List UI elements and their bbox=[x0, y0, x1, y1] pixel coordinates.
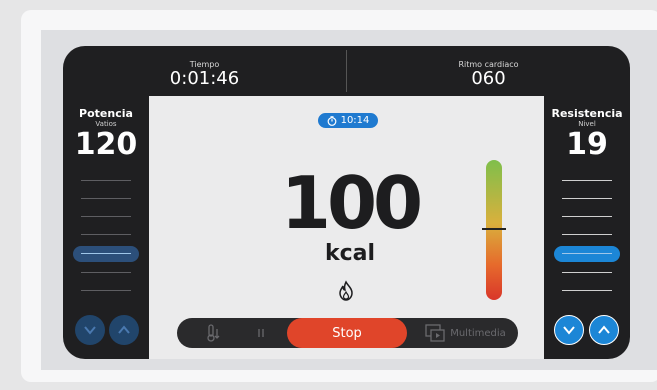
flame-icon bbox=[339, 280, 353, 301]
session-timer-badge: 10:14 bbox=[318, 113, 378, 128]
heart-rate-stat: Ritmo cardiaco 060 bbox=[347, 46, 630, 96]
intensity-gauge bbox=[486, 160, 502, 300]
resistance-tick bbox=[562, 198, 612, 199]
chevron-down-icon bbox=[563, 326, 575, 335]
heart-rate-value: 060 bbox=[471, 68, 506, 89]
resistance-value: 19 bbox=[566, 127, 608, 162]
power-tick bbox=[81, 198, 131, 199]
pause-button[interactable] bbox=[249, 318, 273, 348]
resistance-tick bbox=[562, 272, 612, 273]
power-tick bbox=[81, 216, 131, 217]
power-value: 120 bbox=[74, 127, 138, 162]
bottom-control-bar: Stop Multimedia bbox=[177, 318, 518, 348]
calories-value: 100 bbox=[280, 161, 423, 245]
power-tick bbox=[81, 234, 131, 235]
power-tick bbox=[81, 180, 131, 181]
temperature-icon bbox=[207, 324, 220, 342]
pause-icon bbox=[258, 329, 264, 337]
resistance-slider-handle[interactable] bbox=[554, 246, 620, 262]
chevron-down-icon bbox=[84, 326, 96, 335]
time-value: 0:01:46 bbox=[169, 68, 240, 89]
timer-icon bbox=[327, 115, 336, 126]
multimedia-button[interactable]: Multimedia bbox=[419, 318, 511, 348]
intensity-gauge-marker bbox=[482, 228, 506, 230]
resistance-tick bbox=[562, 216, 612, 217]
multimedia-icon bbox=[425, 324, 445, 342]
resistance-tick bbox=[562, 290, 612, 291]
resistance-title: Resistencia bbox=[551, 107, 623, 120]
chevron-up-icon bbox=[598, 325, 610, 334]
resistance-decrease-button[interactable] bbox=[554, 315, 584, 345]
multimedia-label: Multimedia bbox=[450, 327, 506, 339]
resistance-panel: Resistencia Nivel 19 bbox=[544, 96, 630, 359]
power-slider-handle[interactable] bbox=[73, 246, 139, 262]
power-title: Potencia bbox=[79, 107, 133, 120]
chevron-up-icon bbox=[118, 325, 130, 334]
power-panel: Potencia Vatios 120 bbox=[63, 96, 149, 359]
resistance-tick bbox=[562, 180, 612, 181]
resistance-increase-button[interactable] bbox=[589, 315, 619, 345]
stop-button[interactable]: Stop bbox=[287, 318, 407, 348]
timer-value: 10:14 bbox=[340, 115, 370, 126]
power-tick bbox=[81, 290, 131, 291]
power-increase-button[interactable] bbox=[109, 315, 139, 345]
power-tick bbox=[81, 272, 131, 273]
time-stat: Tiempo 0:01:46 bbox=[63, 46, 346, 96]
temperature-button[interactable] bbox=[199, 318, 229, 348]
power-decrease-button[interactable] bbox=[75, 315, 105, 345]
resistance-tick bbox=[562, 234, 612, 235]
top-bar: Tiempo 0:01:46 Ritmo cardiaco 060 bbox=[63, 46, 630, 96]
calories-unit: kcal bbox=[324, 241, 376, 266]
